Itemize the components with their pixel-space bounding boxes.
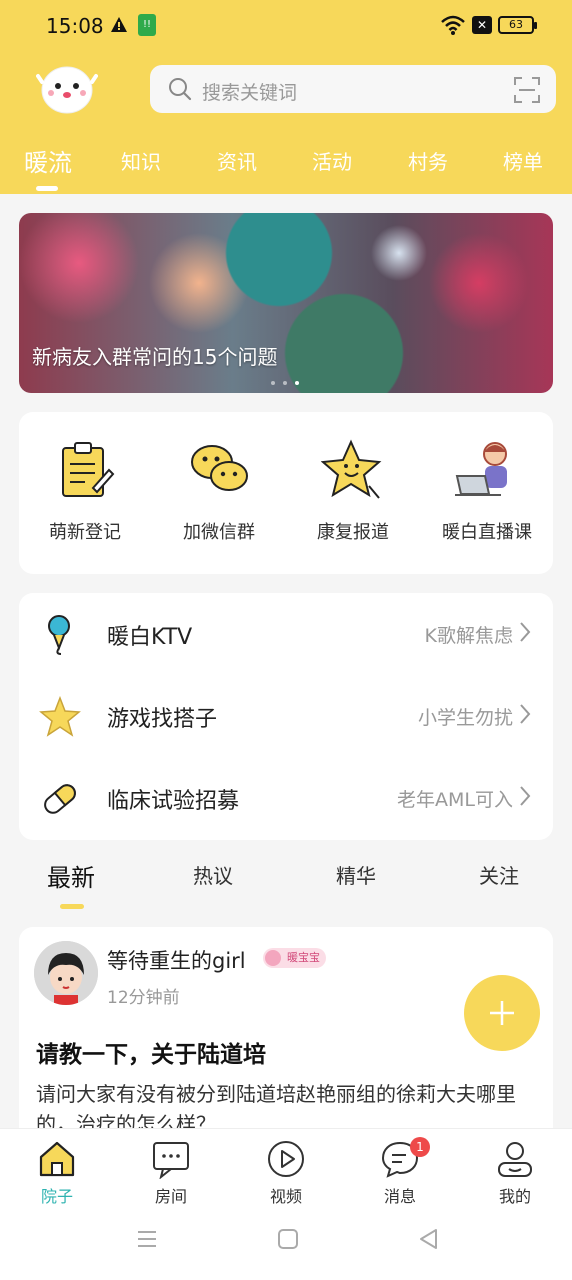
no-sim-icon: ✕: [472, 16, 492, 34]
list-item-subtitle: K歌解焦虑: [424, 625, 513, 647]
list-item-subtitle: 老年AML可入: [397, 789, 513, 811]
list-item-clinical-trial[interactable]: 临床试验招募 老年AML可入: [19, 757, 553, 839]
plus-icon: [490, 1001, 514, 1025]
feed-tab-latest[interactable]: 最新: [47, 858, 95, 893]
active-feed-tab-indicator: [60, 904, 84, 909]
post-title[interactable]: 请教一下，关于陆道培: [36, 1035, 266, 1069]
quick-link-live-class[interactable]: 暖白直播课: [427, 434, 547, 554]
nav-room[interactable]: 房间: [131, 1139, 211, 1209]
quick-link-label: 萌新登记: [49, 522, 121, 543]
feed-tab-following[interactable]: 关注: [479, 860, 519, 889]
nav-label: 视频: [269, 1187, 302, 1206]
back-icon[interactable]: [417, 1227, 441, 1251]
clipboard-icon: [62, 442, 115, 497]
nav-label: 消息: [383, 1187, 416, 1206]
app-header: 15:08 !! ✕ 63 搜索关键词 暖流 知识 资讯 活动 村务 榜单: [0, 0, 572, 194]
microphone-icon: [48, 615, 70, 655]
mascot-logo-icon[interactable]: [36, 60, 98, 116]
chevron-right-icon: [520, 786, 531, 806]
play-icon: [268, 1141, 304, 1177]
list-item-title: 暖白KTV: [107, 625, 193, 650]
feed-tab-bar: 最新 热议 精华 关注: [0, 852, 572, 909]
status-time: 15:08: [46, 14, 104, 38]
wechat-icon: [191, 445, 248, 491]
nav-yard[interactable]: 院子: [17, 1139, 97, 1209]
home-icon: [39, 1141, 75, 1177]
chat-room-icon: [153, 1142, 189, 1179]
star-smile-icon: [321, 439, 382, 499]
system-navigation-bar: [0, 1221, 572, 1271]
profile-icon: [498, 1142, 532, 1177]
feed-tab-hot[interactable]: 热议: [193, 860, 233, 889]
laptop-girl-icon: [455, 442, 507, 496]
carousel-dot-active: [295, 381, 299, 385]
tab-zhishi[interactable]: 知识: [121, 146, 161, 175]
warning-icon: [111, 17, 127, 32]
nav-profile[interactable]: 我的: [475, 1139, 555, 1209]
quick-link-label: 加微信群: [183, 522, 255, 543]
nav-label: 我的: [498, 1187, 531, 1206]
nav-video[interactable]: 视频: [246, 1139, 326, 1209]
bottom-navigation: 院子 房间 视频 1 消息 我的: [0, 1128, 572, 1280]
carousel-dot: [271, 381, 275, 385]
post-author[interactable]: 等待重生的girl: [107, 945, 246, 975]
banner-title: 新病友入群常问的15个问题: [32, 345, 278, 369]
badge-icon: [265, 950, 281, 966]
list-item-game-partner[interactable]: 游戏找搭子 小学生勿扰: [19, 675, 553, 757]
list-item-title: 临床试验招募: [107, 789, 240, 814]
chevron-right-icon: [520, 622, 531, 642]
search-bar[interactable]: 搜索关键词: [150, 65, 556, 113]
post-time: 12分钟前: [107, 988, 180, 1008]
sim-icon: !!: [138, 14, 156, 36]
list-item-title: 游戏找搭子: [107, 707, 218, 732]
battery-indicator: 63: [498, 16, 537, 34]
user-level-badge: 暖宝宝: [263, 948, 326, 968]
avatar-girl-icon: [34, 941, 98, 1005]
scan-icon[interactable]: [514, 77, 540, 103]
status-bar: 15:08 !! ✕ 63: [0, 0, 572, 50]
quick-link-register[interactable]: 萌新登记: [25, 434, 145, 554]
feature-list-card: 暖白KTV K歌解焦虑 游戏找搭子 小学生勿扰 临床试验招募 老年AML可入: [19, 593, 553, 840]
quick-link-label: 康复报道: [317, 522, 389, 543]
nav-messages[interactable]: 1 消息: [360, 1137, 440, 1209]
list-item-ktv[interactable]: 暖白KTV K歌解焦虑: [19, 593, 553, 675]
unread-badge: 1: [410, 1137, 430, 1157]
tab-huodong[interactable]: 活动: [312, 146, 352, 175]
pill-icon: [44, 784, 76, 814]
search-input[interactable]: 搜索关键词: [202, 78, 297, 105]
list-item-subtitle: 小学生勿扰: [417, 707, 513, 729]
nav-label: 房间: [154, 1187, 187, 1206]
active-tab-indicator: [36, 186, 58, 191]
nav-label: 院子: [40, 1187, 73, 1206]
avatar[interactable]: [34, 941, 98, 1005]
badge-label: 暖宝宝: [287, 951, 320, 964]
wifi-icon: [441, 15, 465, 35]
tab-zixun[interactable]: 资讯: [217, 146, 257, 175]
tab-bangdan[interactable]: 榜单: [503, 146, 543, 175]
menu-icon[interactable]: [135, 1227, 159, 1251]
quick-link-label: 暖白直播课: [442, 522, 532, 543]
top-tab-bar: 暖流 知识 资讯 活动 村务 榜单: [0, 140, 572, 194]
chevron-right-icon: [520, 704, 531, 724]
home-button-icon[interactable]: [276, 1227, 300, 1251]
quick-link-wechat-group[interactable]: 加微信群: [159, 434, 279, 554]
carousel-dot: [283, 381, 287, 385]
carousel-indicator: [271, 381, 311, 387]
search-icon: [169, 78, 192, 101]
create-post-button[interactable]: [464, 975, 540, 1051]
quick-link-recovery[interactable]: 康复报道: [293, 434, 413, 554]
tab-cunwu[interactable]: 村务: [408, 146, 448, 175]
tab-nuanliu[interactable]: 暖流: [24, 143, 72, 178]
banner-carousel[interactable]: 新病友入群常问的15个问题: [19, 213, 553, 393]
star-icon: [39, 696, 81, 737]
feed-tab-featured[interactable]: 精华: [336, 860, 376, 889]
quick-links-card: 萌新登记 加微信群 康复报道 暖白直播课: [19, 412, 553, 574]
